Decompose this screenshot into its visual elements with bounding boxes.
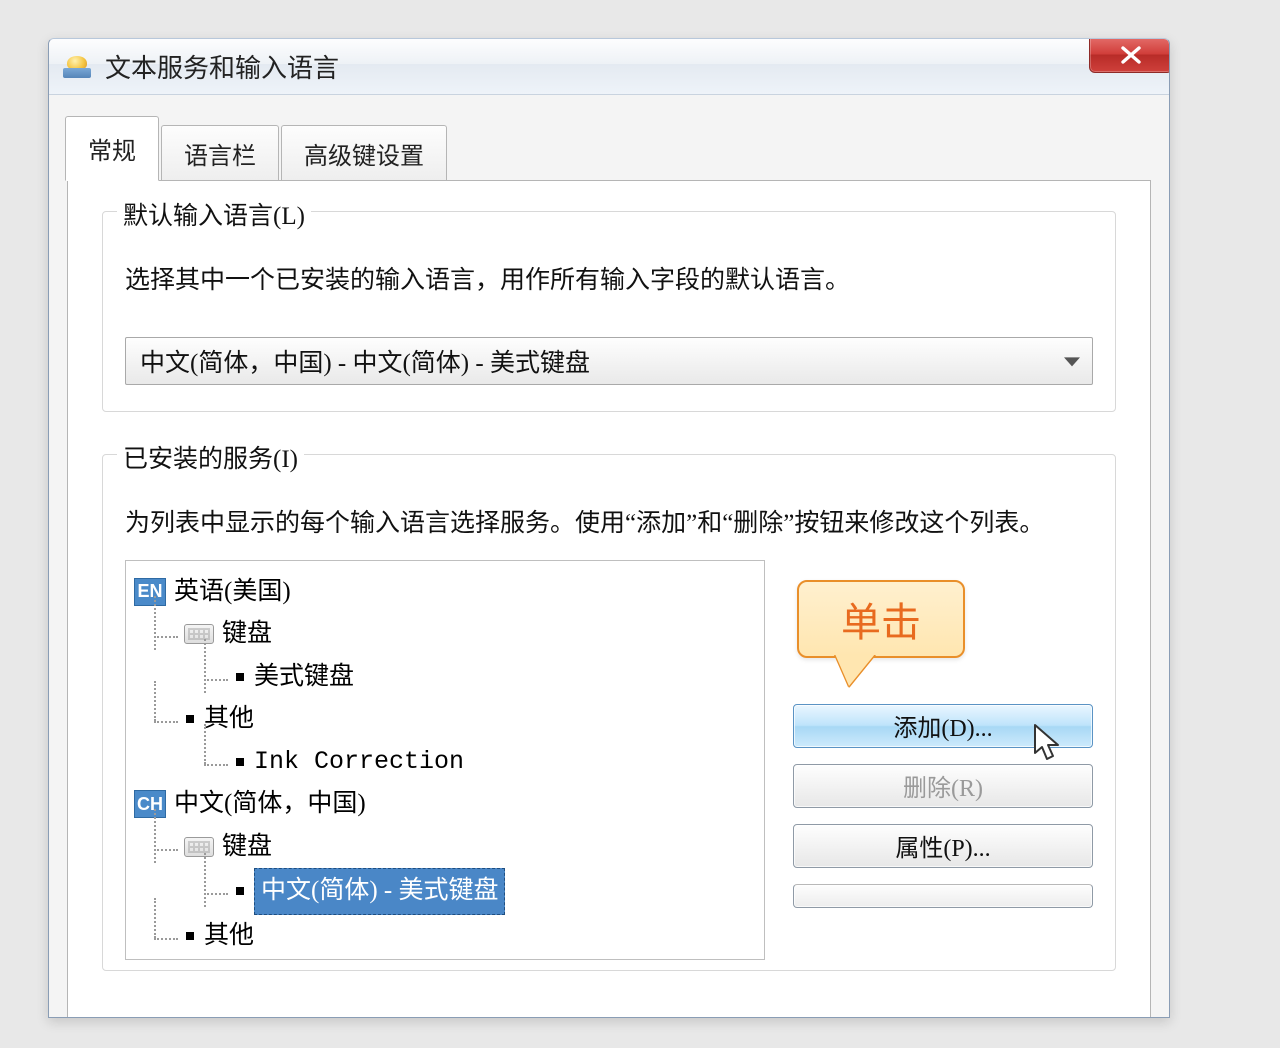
add-button[interactable]: 添加(D)... xyxy=(793,704,1093,748)
lang-badge-ch: CH xyxy=(134,790,166,818)
bullet-icon xyxy=(186,932,194,940)
default-language-dropdown[interactable]: 中文(简体，中国) - 中文(简体) - 美式键盘 xyxy=(125,337,1093,385)
default-input-language-desc: 选择其中一个已安装的输入语言，用作所有输入字段的默认语言。 xyxy=(125,262,1093,301)
window-title: 文本服务和输入语言 xyxy=(105,48,339,85)
callout-tail-icon xyxy=(835,654,875,686)
tree-item-chinese-us-keyboard-selected[interactable]: 中文(简体) - 美式键盘 xyxy=(134,868,756,915)
default-input-language-legend: 默认输入语言(L) xyxy=(117,196,311,232)
close-icon xyxy=(1118,45,1144,65)
callout-text: 单击 xyxy=(841,590,921,648)
tree-item-ink-correction[interactable]: Ink Correction xyxy=(134,741,756,784)
tree-item-english[interactable]: EN 英语(美国) xyxy=(134,571,756,614)
lang-badge-en: EN xyxy=(134,578,166,606)
default-language-selected: 中文(简体，中国) - 中文(简体) - 美式键盘 xyxy=(140,343,590,379)
client-area: 常规 语言栏 高级键设置 默认输入语言(L) 选择其中一个已安装的输入语言，用作… xyxy=(49,95,1169,1018)
properties-button[interactable]: 属性(P)... xyxy=(793,824,1093,868)
chevron-down-icon xyxy=(1064,357,1080,366)
tab-language-bar[interactable]: 语言栏 xyxy=(161,125,279,181)
tree-item-chinese[interactable]: CH 中文(简体，中国) xyxy=(134,783,756,826)
default-input-language-group: 默认输入语言(L) 选择其中一个已安装的输入语言，用作所有输入字段的默认语言。 … xyxy=(102,211,1116,412)
cursor-icon xyxy=(1032,723,1066,763)
installed-services-group: 已安装的服务(I) 为列表中显示的每个输入语言选择服务。使用“添加”和“删除”按… xyxy=(102,454,1116,971)
tree-group-other-ch[interactable]: 其他 xyxy=(134,915,756,958)
app-icon xyxy=(63,56,91,78)
installed-services-legend: 已安装的服务(I) xyxy=(117,439,304,475)
installed-services-desc: 为列表中显示的每个输入语言选择服务。使用“添加”和“删除”按钮来修改这个列表。 xyxy=(125,505,1093,544)
tree-item-us-keyboard[interactable]: 美式键盘 xyxy=(134,656,756,699)
services-button-column: 单击 添加(D)... 删除(R) xyxy=(793,560,1093,960)
bullet-icon xyxy=(186,715,194,723)
click-callout: 单击 xyxy=(797,580,965,658)
tree-group-other-en[interactable]: 其他 xyxy=(134,698,756,741)
keyboard-icon xyxy=(184,837,214,857)
language-services-tree[interactable]: EN 英语(美国) 键盘 xyxy=(125,560,765,960)
keyboard-icon xyxy=(184,624,214,644)
titlebar: 文本服务和输入语言 xyxy=(49,39,1169,95)
bullet-icon xyxy=(236,758,244,766)
tabpanel-general: 默认输入语言(L) 选择其中一个已安装的输入语言，用作所有输入字段的默认语言。 … xyxy=(67,180,1151,1018)
dialog-window: 文本服务和输入语言 常规 语言栏 高级键设置 默认输入语言(L) 选择其中一个已… xyxy=(48,38,1170,1018)
tabs: 常规 语言栏 高级键设置 xyxy=(65,115,1151,180)
remove-button[interactable]: 删除(R) xyxy=(793,764,1093,808)
tab-general[interactable]: 常规 xyxy=(65,116,159,181)
partial-button[interactable] xyxy=(793,884,1093,908)
tree-group-keyboard-en[interactable]: 键盘 xyxy=(134,613,756,656)
close-button[interactable] xyxy=(1089,38,1170,73)
tab-advanced-key[interactable]: 高级键设置 xyxy=(281,125,447,181)
bullet-icon xyxy=(236,673,244,681)
bullet-icon xyxy=(236,887,244,895)
tree-group-keyboard-ch[interactable]: 键盘 xyxy=(134,826,756,869)
